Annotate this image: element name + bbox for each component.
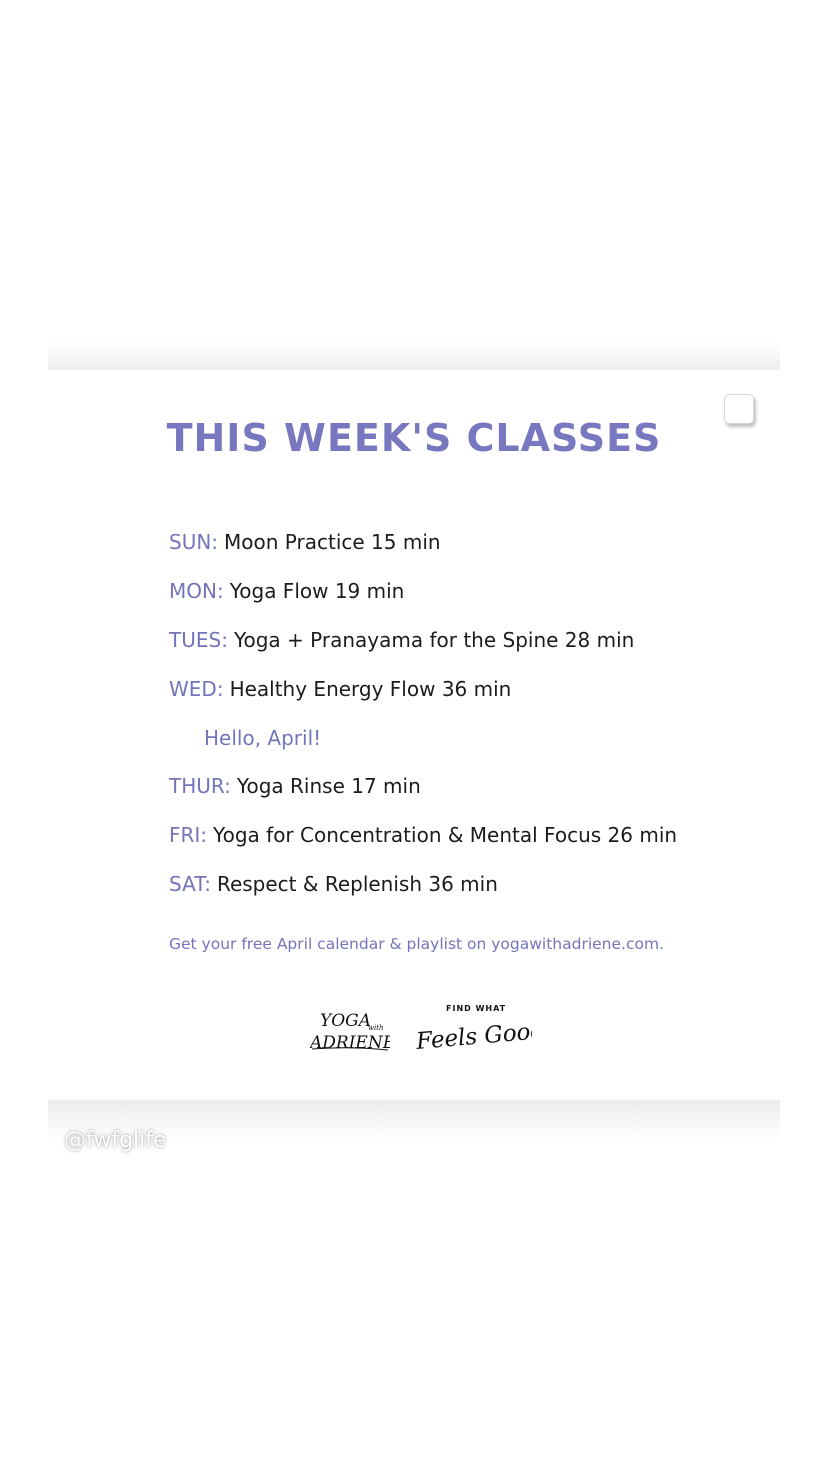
day-label: MON: [169, 579, 224, 604]
class-name: Moon Practice 15 min [224, 530, 441, 555]
yoga-with-adriene-logo: YOGA with ADRIENE [310, 1011, 390, 1053]
class-name: Yoga Rinse 17 min [236, 774, 421, 799]
class-schedule-card: THIS WEEK'S CLASSES SUN: Moon Practice 1… [48, 370, 780, 1102]
day-label: SUN: [169, 530, 219, 555]
calendar-promo-text: Get your free April calendar & playlist … [169, 935, 665, 953]
logo-yoga-text: YOGA [320, 1011, 371, 1031]
schedule-row-tues: TUES: Yoga + Pranayama for the Spine 28 … [169, 616, 749, 665]
logo-find-what-text: FIND WHAT [446, 1004, 506, 1013]
find-what-feels-good-logo: FIND WHAT Feels Good [414, 1004, 532, 1054]
story-canvas: THIS WEEK'S CLASSES SUN: Moon Practice 1… [0, 0, 828, 1472]
day-label: FRI: [169, 823, 208, 848]
schedule-row-sat: SAT: Respect & Replenish 36 min [169, 860, 749, 909]
schedule-list: SUN: Moon Practice 15 min MON: Yoga Flow… [169, 518, 749, 908]
page-title: THIS WEEK'S CLASSES [166, 416, 662, 460]
schedule-row-thur: THUR: Yoga Rinse 17 min [169, 762, 749, 811]
class-name: Respect & Replenish 36 min [216, 871, 498, 896]
day-label: WED: [169, 676, 224, 701]
schedule-note: Hello, April! [169, 713, 749, 762]
class-name: Yoga for Concentration & Mental Focus 26… [213, 823, 678, 848]
logo-feels-good-text: Feels Good [414, 1018, 532, 1054]
day-label: TUES: [169, 627, 228, 652]
day-label: THUR: [169, 774, 231, 799]
logo-with-text: with [368, 1024, 384, 1032]
schedule-row-sun: SUN: Moon Practice 15 min [169, 518, 749, 567]
logo-adriene-text: ADRIENE [310, 1033, 390, 1053]
class-name: Healthy Energy Flow 36 min [229, 676, 512, 701]
schedule-row-wed: WED: Healthy Energy Flow 36 min [169, 664, 749, 713]
class-name: Yoga + Pranayama for the Spine 28 min [233, 627, 635, 652]
class-name: Yoga Flow 19 min [229, 579, 405, 604]
card-shadow-top [48, 340, 780, 372]
day-label: SAT: [169, 871, 211, 896]
schedule-row-fri: FRI: Yoga for Concentration & Mental Foc… [169, 811, 749, 860]
schedule-row-mon: MON: Yoga Flow 19 min [169, 567, 749, 616]
note-text: Hello, April! [204, 725, 322, 750]
handle-watermark: @fwfglife [64, 1128, 167, 1153]
